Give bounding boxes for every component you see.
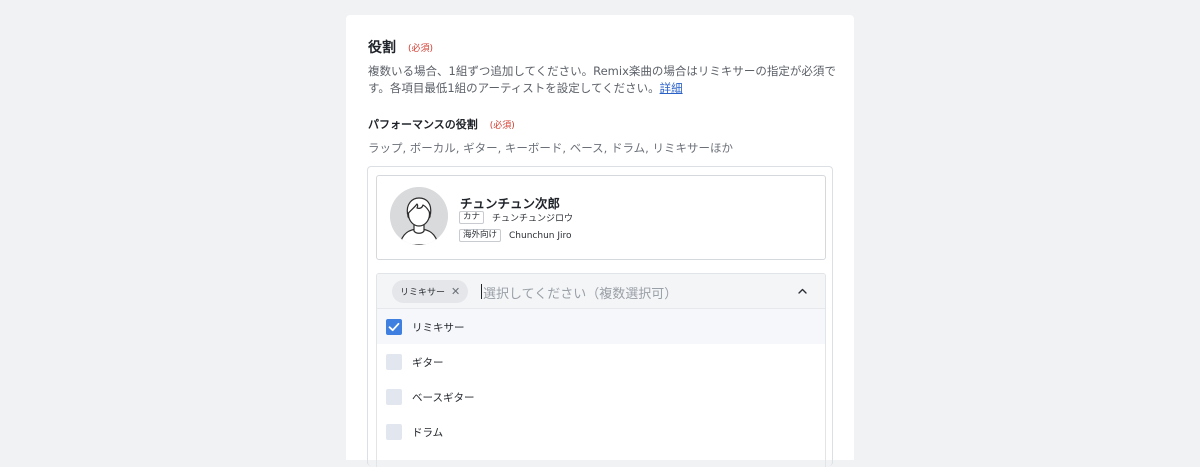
role-multiselect: リミキサー ✕ 選択してください（複数選択可） リミキサー ギター ベースギター…	[376, 273, 826, 467]
role-option-label: ベースギター	[412, 392, 475, 404]
person-avatar-icon	[390, 187, 448, 245]
chevron-up-icon[interactable]	[797, 286, 808, 297]
performance-role-title: パフォーマンスの役割	[368, 118, 478, 131]
intl-value: Chunchun Jiro	[509, 230, 572, 241]
kana-tag: カナ	[459, 211, 485, 224]
text-caret	[481, 284, 482, 299]
performance-required-label: (必須)	[489, 120, 515, 131]
avatar	[390, 187, 448, 245]
check-icon	[388, 322, 400, 332]
role-card: 役割 (必須) 複数いる場合、1組ずつ追加してください。Remix楽曲の場合はリ…	[346, 15, 854, 467]
artist-card: チュンチュン次郎 カナ チュンチュンジロウ 海外向け Chunchun Jiro	[376, 175, 826, 260]
artist-intl-row: 海外向け Chunchun Jiro	[459, 229, 572, 242]
checkbox-unchecked[interactable]	[386, 354, 402, 370]
role-select-placeholder: 選択してください（複数選択可）	[483, 287, 678, 302]
kana-value: チュンチュンジロウ	[492, 214, 574, 224]
role-option-label: ドラム	[412, 427, 444, 439]
selected-role-chip-label: リミキサー	[400, 288, 446, 298]
checkbox-unchecked[interactable]	[386, 389, 402, 405]
checkbox-unchecked[interactable]	[386, 424, 402, 440]
role-option-label: リミキサー	[412, 322, 465, 334]
role-option-bass-guitar[interactable]: ベースギター	[377, 379, 825, 414]
checkbox-checked[interactable]	[386, 319, 402, 335]
details-link[interactable]: 詳細	[660, 81, 683, 95]
role-option-guitar[interactable]: ギター	[377, 344, 825, 379]
role-option-remixer[interactable]: リミキサー	[377, 309, 825, 344]
performance-role-hint: ラップ, ボーカル, ギター, キーボード, ベース, ドラム, リミキサーほか	[368, 141, 733, 155]
intl-tag: 海外向け	[459, 229, 502, 242]
role-description-text: 複数いる場合、1組ずつ追加してください。Remix楽曲の場合はリミキサーの指定が…	[368, 64, 836, 95]
role-option-drums[interactable]: ドラム	[377, 414, 825, 449]
role-section-title: 役割	[368, 40, 396, 56]
artist-kana-row: カナ チュンチュンジロウ	[459, 211, 573, 224]
artist-name: チュンチュン次郎	[460, 196, 561, 211]
role-required-label: (必須)	[408, 43, 434, 54]
artist-role-group: チュンチュン次郎 カナ チュンチュンジロウ 海外向け Chunchun Jiro…	[367, 166, 833, 467]
performance-role-header: パフォーマンスの役割 (必須)	[368, 116, 515, 132]
role-description: 複数いる場合、1組ずつ追加してください。Remix楽曲の場合はリミキサーの指定が…	[368, 63, 836, 97]
chip-remove-icon[interactable]: ✕	[451, 285, 460, 298]
role-select-input[interactable]: リミキサー ✕ 選択してください（複数選択可）	[377, 274, 825, 309]
selected-role-chip: リミキサー ✕	[392, 280, 469, 303]
role-option-label: ギター	[412, 357, 444, 369]
role-section-header: 役割 (必須)	[368, 37, 433, 57]
